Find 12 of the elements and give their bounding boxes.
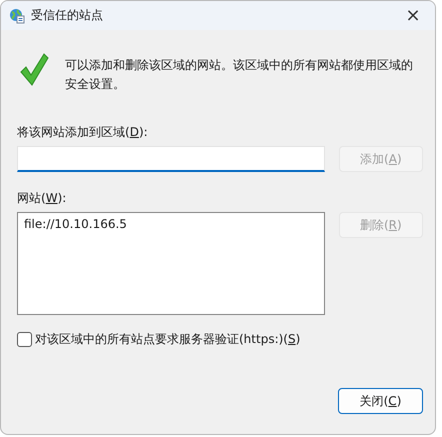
add-site-label: 将该网站添加到区域(D): xyxy=(17,124,149,140)
checkmark-icon xyxy=(19,52,49,86)
https-checkbox-label[interactable]: 对该区域中的所有站点要求服务器验证(https:)(S) xyxy=(35,331,300,348)
description-text: 可以添加和删除该区域的网站。该区域中的所有网站都使用区域的安全设置。 xyxy=(65,57,414,93)
https-checkbox[interactable] xyxy=(17,332,32,347)
website-list-item[interactable]: file://10.10.166.5 xyxy=(24,217,318,233)
window-title: 受信任的站点 xyxy=(31,7,103,24)
globe-icon xyxy=(9,8,25,24)
websites-label: 网站(W): xyxy=(17,190,68,206)
website-input-field[interactable] xyxy=(17,146,325,172)
close-button[interactable]: 关闭(C) xyxy=(338,388,423,414)
websites-list[interactable]: file://10.10.166.5 xyxy=(17,212,325,315)
